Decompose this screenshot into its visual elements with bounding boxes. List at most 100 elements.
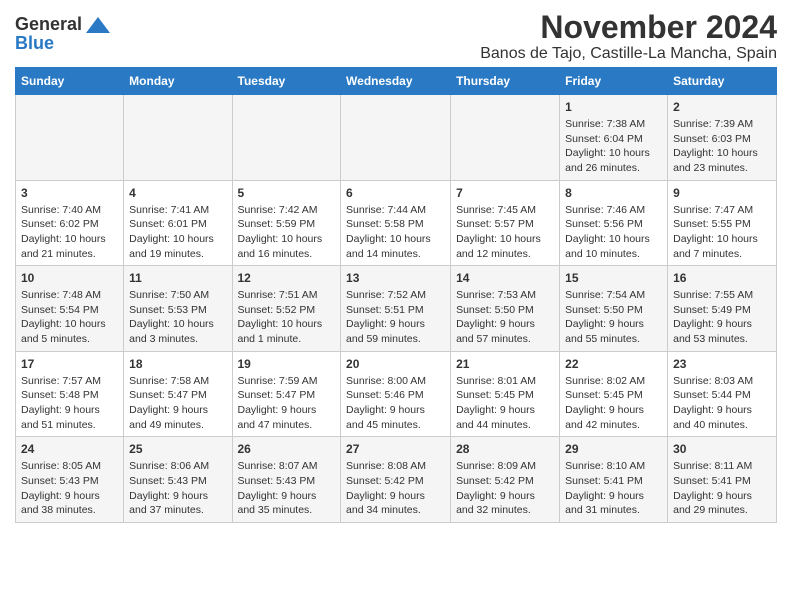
cell-info: Daylight: 9 hours and 47 minutes. — [238, 403, 336, 432]
cell-info: Sunset: 5:45 PM — [565, 388, 662, 403]
cell-info: Daylight: 9 hours and 37 minutes. — [129, 489, 226, 518]
cell-info: Daylight: 9 hours and 55 minutes. — [565, 317, 662, 346]
cell-info: Daylight: 9 hours and 42 minutes. — [565, 403, 662, 432]
calendar-cell: 27Sunrise: 8:08 AMSunset: 5:42 PMDayligh… — [341, 437, 451, 523]
cell-info: Sunset: 5:43 PM — [129, 474, 226, 489]
calendar-cell: 25Sunrise: 8:06 AMSunset: 5:43 PMDayligh… — [124, 437, 232, 523]
day-number: 23 — [673, 356, 771, 373]
cell-info: Daylight: 10 hours and 19 minutes. — [129, 232, 226, 261]
calendar-cell: 17Sunrise: 7:57 AMSunset: 5:48 PMDayligh… — [16, 351, 124, 437]
calendar-table: SundayMondayTuesdayWednesdayThursdayFrid… — [15, 67, 777, 523]
cell-info: Sunset: 5:41 PM — [673, 474, 771, 489]
cell-info: Sunset: 5:43 PM — [238, 474, 336, 489]
calendar-cell — [16, 95, 124, 181]
day-number: 24 — [21, 441, 118, 458]
header-day-monday: Monday — [124, 68, 232, 95]
cell-info: Sunrise: 7:50 AM — [129, 288, 226, 303]
cell-info: Sunset: 6:03 PM — [673, 132, 771, 147]
cell-info: Sunrise: 7:57 AM — [21, 374, 118, 389]
day-number: 8 — [565, 185, 662, 202]
cell-info: Daylight: 10 hours and 12 minutes. — [456, 232, 554, 261]
cell-info: Sunset: 5:58 PM — [346, 217, 445, 232]
cell-info: Daylight: 9 hours and 40 minutes. — [673, 403, 771, 432]
calendar-week-4: 17Sunrise: 7:57 AMSunset: 5:48 PMDayligh… — [16, 351, 777, 437]
day-number: 5 — [238, 185, 336, 202]
title-block: November 2024 Banos de Tajo, Castille-La… — [480, 10, 777, 63]
calendar-cell: 2Sunrise: 7:39 AMSunset: 6:03 PMDaylight… — [668, 95, 777, 181]
cell-info: Sunrise: 7:38 AM — [565, 117, 662, 132]
calendar-cell — [232, 95, 341, 181]
cell-info: Sunset: 5:42 PM — [456, 474, 554, 489]
header-day-wednesday: Wednesday — [341, 68, 451, 95]
cell-info: Sunset: 5:51 PM — [346, 303, 445, 318]
cell-info: Sunset: 5:50 PM — [565, 303, 662, 318]
calendar-cell — [341, 95, 451, 181]
cell-info: Sunrise: 8:03 AM — [673, 374, 771, 389]
cell-info: Daylight: 10 hours and 7 minutes. — [673, 232, 771, 261]
cell-info: Daylight: 10 hours and 21 minutes. — [21, 232, 118, 261]
cell-info: Sunrise: 7:44 AM — [346, 203, 445, 218]
cell-info: Daylight: 9 hours and 51 minutes. — [21, 403, 118, 432]
day-number: 9 — [673, 185, 771, 202]
cell-info: Sunrise: 7:42 AM — [238, 203, 336, 218]
cell-info: Daylight: 10 hours and 3 minutes. — [129, 317, 226, 346]
cell-info: Sunrise: 7:52 AM — [346, 288, 445, 303]
cell-info: Daylight: 9 hours and 44 minutes. — [456, 403, 554, 432]
calendar-cell: 4Sunrise: 7:41 AMSunset: 6:01 PMDaylight… — [124, 180, 232, 266]
cell-info: Daylight: 9 hours and 59 minutes. — [346, 317, 445, 346]
cell-info: Sunset: 5:42 PM — [346, 474, 445, 489]
day-number: 18 — [129, 356, 226, 373]
cell-info: Sunrise: 8:02 AM — [565, 374, 662, 389]
page-header: General Blue November 2024 Banos de Tajo… — [15, 10, 777, 63]
cell-info: Sunrise: 8:01 AM — [456, 374, 554, 389]
cell-info: Daylight: 10 hours and 16 minutes. — [238, 232, 336, 261]
calendar-cell: 7Sunrise: 7:45 AMSunset: 5:57 PMDaylight… — [451, 180, 560, 266]
cell-info: Sunrise: 7:48 AM — [21, 288, 118, 303]
cell-info: Sunset: 5:43 PM — [21, 474, 118, 489]
cell-info: Sunrise: 7:40 AM — [21, 203, 118, 218]
cell-info: Sunrise: 7:58 AM — [129, 374, 226, 389]
cell-info: Daylight: 10 hours and 26 minutes. — [565, 146, 662, 175]
calendar-week-2: 3Sunrise: 7:40 AMSunset: 6:02 PMDaylight… — [16, 180, 777, 266]
calendar-cell: 5Sunrise: 7:42 AMSunset: 5:59 PMDaylight… — [232, 180, 341, 266]
calendar-cell: 3Sunrise: 7:40 AMSunset: 6:02 PMDaylight… — [16, 180, 124, 266]
cell-info: Sunrise: 8:00 AM — [346, 374, 445, 389]
calendar-cell: 30Sunrise: 8:11 AMSunset: 5:41 PMDayligh… — [668, 437, 777, 523]
cell-info: Sunrise: 7:46 AM — [565, 203, 662, 218]
calendar-body: 1Sunrise: 7:38 AMSunset: 6:04 PMDaylight… — [16, 95, 777, 523]
day-number: 30 — [673, 441, 771, 458]
cell-info: Sunrise: 7:39 AM — [673, 117, 771, 132]
cell-info: Sunrise: 7:47 AM — [673, 203, 771, 218]
cell-info: Sunrise: 8:11 AM — [673, 459, 771, 474]
cell-info: Sunset: 5:47 PM — [238, 388, 336, 403]
cell-info: Sunset: 5:59 PM — [238, 217, 336, 232]
cell-info: Sunrise: 8:06 AM — [129, 459, 226, 474]
page-title: November 2024 — [480, 10, 777, 45]
calendar-week-5: 24Sunrise: 8:05 AMSunset: 5:43 PMDayligh… — [16, 437, 777, 523]
header-day-tuesday: Tuesday — [232, 68, 341, 95]
day-number: 28 — [456, 441, 554, 458]
calendar-cell: 12Sunrise: 7:51 AMSunset: 5:52 PMDayligh… — [232, 266, 341, 352]
calendar-cell: 29Sunrise: 8:10 AMSunset: 5:41 PMDayligh… — [560, 437, 668, 523]
calendar-cell: 14Sunrise: 7:53 AMSunset: 5:50 PMDayligh… — [451, 266, 560, 352]
cell-info: Daylight: 9 hours and 53 minutes. — [673, 317, 771, 346]
cell-info: Daylight: 10 hours and 1 minute. — [238, 317, 336, 346]
cell-info: Sunrise: 8:05 AM — [21, 459, 118, 474]
cell-info: Daylight: 9 hours and 49 minutes. — [129, 403, 226, 432]
cell-info: Daylight: 9 hours and 34 minutes. — [346, 489, 445, 518]
cell-info: Daylight: 9 hours and 57 minutes. — [456, 317, 554, 346]
header-day-saturday: Saturday — [668, 68, 777, 95]
calendar-cell: 15Sunrise: 7:54 AMSunset: 5:50 PMDayligh… — [560, 266, 668, 352]
day-number: 16 — [673, 270, 771, 287]
cell-info: Sunset: 5:44 PM — [673, 388, 771, 403]
calendar-cell: 21Sunrise: 8:01 AMSunset: 5:45 PMDayligh… — [451, 351, 560, 437]
cell-info: Sunset: 5:47 PM — [129, 388, 226, 403]
cell-info: Sunrise: 7:59 AM — [238, 374, 336, 389]
cell-info: Sunset: 5:48 PM — [21, 388, 118, 403]
cell-info: Sunset: 6:02 PM — [21, 217, 118, 232]
cell-info: Sunrise: 7:45 AM — [456, 203, 554, 218]
day-number: 4 — [129, 185, 226, 202]
cell-info: Sunset: 5:45 PM — [456, 388, 554, 403]
calendar-cell: 26Sunrise: 8:07 AMSunset: 5:43 PMDayligh… — [232, 437, 341, 523]
calendar-cell: 23Sunrise: 8:03 AMSunset: 5:44 PMDayligh… — [668, 351, 777, 437]
